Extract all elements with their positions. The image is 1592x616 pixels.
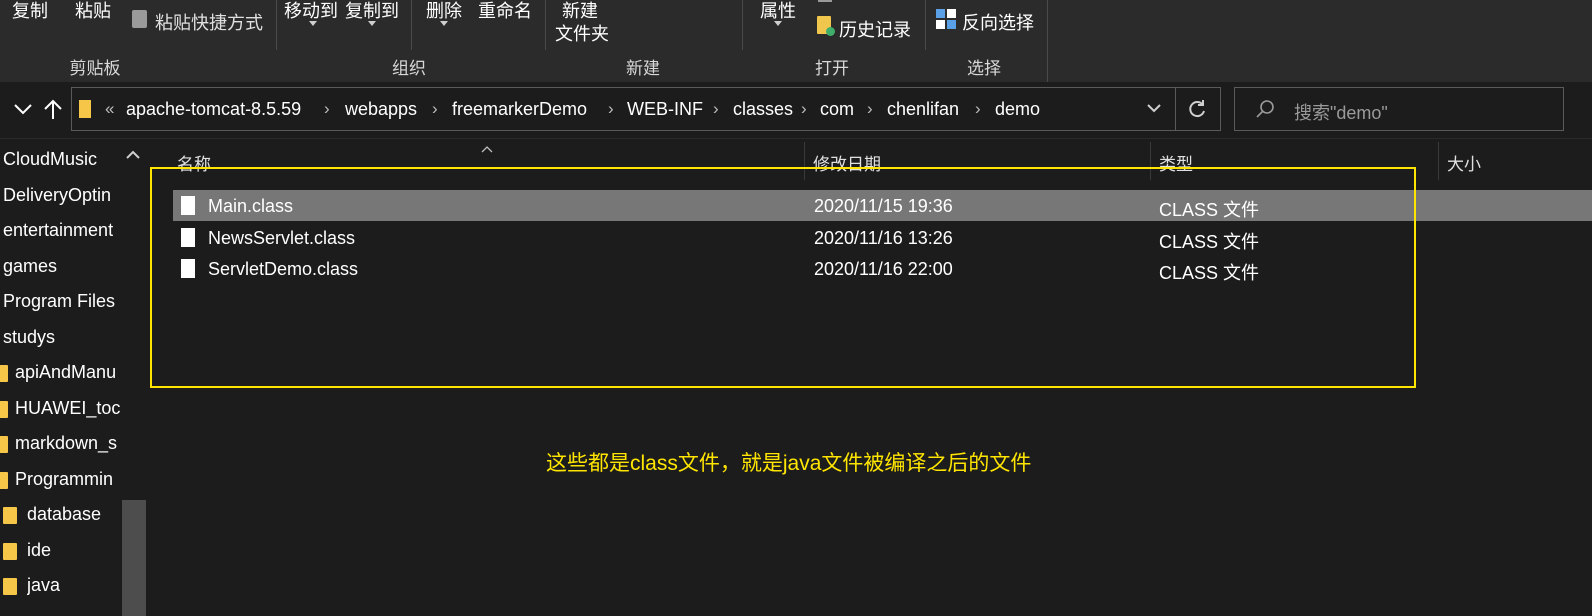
breadcrumb-item[interactable]: WEB-INF	[627, 99, 703, 120]
move-to-button[interactable]: 移动到	[284, 0, 338, 23]
breadcrumb-item[interactable]: chenlifan	[887, 99, 959, 120]
folder-icon	[0, 472, 8, 489]
nav-item[interactable]: database	[27, 504, 121, 525]
breadcrumb-item[interactable]: webapps	[345, 99, 417, 120]
nav-item[interactable]: CloudMusic	[3, 149, 119, 170]
breadcrumb-item[interactable]: demo	[995, 99, 1040, 120]
delete-button[interactable]: 删除	[426, 0, 462, 23]
address-dropdown-icon[interactable]	[1145, 101, 1163, 117]
group-label-select: 选择	[967, 59, 1001, 78]
ribbon-divider	[545, 0, 546, 50]
annotation-text: 这些都是class文件，就是java文件被编译之后的文件	[546, 452, 1032, 475]
nav-item[interactable]: ide	[27, 540, 121, 561]
ribbon-divider	[1047, 0, 1048, 82]
refresh-icon[interactable]	[1188, 99, 1208, 119]
nav-item[interactable]: Program Files	[3, 291, 121, 312]
scroll-up-icon[interactable]	[124, 148, 142, 162]
ribbon-divider	[411, 0, 412, 50]
column-divider[interactable]	[1438, 142, 1439, 180]
nav-item[interactable]: java	[27, 575, 121, 596]
breadcrumb-separator[interactable]: ›	[608, 99, 614, 119]
nav-item[interactable]: DeliveryOptin	[3, 185, 121, 206]
search-box[interactable]	[1234, 87, 1564, 131]
recent-locations-icon[interactable]	[12, 100, 34, 118]
breadcrumb-separator[interactable]: ›	[432, 99, 438, 119]
folder-icon	[3, 507, 17, 524]
nav-item[interactable]: apiAndManu	[15, 362, 121, 383]
group-label-open: 打开	[815, 59, 849, 78]
folder-icon	[3, 543, 17, 560]
rename-button[interactable]: 重命名	[478, 0, 532, 23]
nav-item[interactable]: Programmin	[15, 469, 121, 490]
folder-icon	[0, 365, 8, 382]
breadcrumb-separator[interactable]: ›	[975, 99, 981, 119]
ribbon-divider	[742, 0, 743, 50]
column-header-size[interactable]: 大小	[1447, 150, 1481, 175]
folder-icon	[3, 578, 17, 595]
chevron-down-icon	[309, 21, 317, 26]
nav-item[interactable]: games	[3, 256, 121, 277]
search-icon	[1255, 99, 1275, 119]
breadcrumb-overflow[interactable]: «	[105, 99, 114, 119]
invert-selection-icon	[936, 9, 956, 29]
properties-button[interactable]: 属性	[760, 0, 796, 23]
nav-item[interactable]: HUAWEI_toc	[15, 398, 121, 419]
breadcrumb-separator[interactable]: ›	[324, 99, 330, 119]
nav-item[interactable]: entertainment	[3, 220, 121, 241]
edit-icon	[818, 0, 832, 2]
breadcrumb-separator[interactable]: ›	[867, 99, 873, 119]
ribbon: 复制 粘贴 粘贴快捷方式 移动到 复制到 删除 重命名 新建 文件夹 属性 历史…	[0, 0, 1592, 82]
breadcrumb-item[interactable]: freemarkerDemo	[452, 99, 587, 120]
chevron-down-icon	[440, 21, 448, 26]
scrollbar-thumb[interactable]	[122, 500, 146, 616]
chevron-down-icon	[774, 21, 782, 26]
copy-to-button[interactable]: 复制到	[345, 0, 399, 23]
chevron-down-icon	[368, 21, 376, 26]
paste-shortcut-button[interactable]: 粘贴快捷方式	[155, 9, 263, 35]
history-button[interactable]: 历史记录	[839, 16, 911, 42]
group-label-organize: 组织	[392, 59, 426, 78]
copy-button[interactable]: 复制	[12, 0, 48, 23]
sort-ascending-icon	[481, 140, 493, 153]
paste-button[interactable]: 粘贴	[75, 0, 111, 23]
breadcrumb-item[interactable]: com	[820, 99, 854, 120]
folder-icon	[0, 436, 8, 453]
group-label-clipboard: 剪贴板	[69, 59, 121, 78]
breadcrumb-separator[interactable]: ›	[713, 99, 719, 119]
ribbon-divider	[276, 0, 277, 50]
ribbon-divider	[925, 0, 926, 50]
up-arrow-icon[interactable]	[42, 97, 64, 121]
highlight-box	[150, 167, 1416, 388]
nav-item[interactable]: markdown_s	[15, 433, 121, 454]
search-input[interactable]: 搜索"demo"	[1294, 99, 1388, 125]
new-folder-label: 文件夹	[555, 24, 609, 44]
nav-item[interactable]: studys	[3, 327, 121, 348]
breadcrumb-item[interactable]: apache-tomcat-8.5.59	[126, 99, 301, 120]
folder-icon	[0, 401, 8, 418]
breadcrumb-item[interactable]: classes	[733, 99, 793, 120]
history-clock-badge-icon	[826, 27, 835, 36]
address-divider	[1175, 88, 1176, 130]
folder-icon	[79, 100, 91, 118]
group-label-new: 新建	[626, 59, 660, 78]
invert-selection-button[interactable]: 反向选择	[962, 9, 1034, 35]
breadcrumb-separator[interactable]: ›	[801, 99, 807, 119]
paste-shortcut-icon	[132, 10, 147, 28]
